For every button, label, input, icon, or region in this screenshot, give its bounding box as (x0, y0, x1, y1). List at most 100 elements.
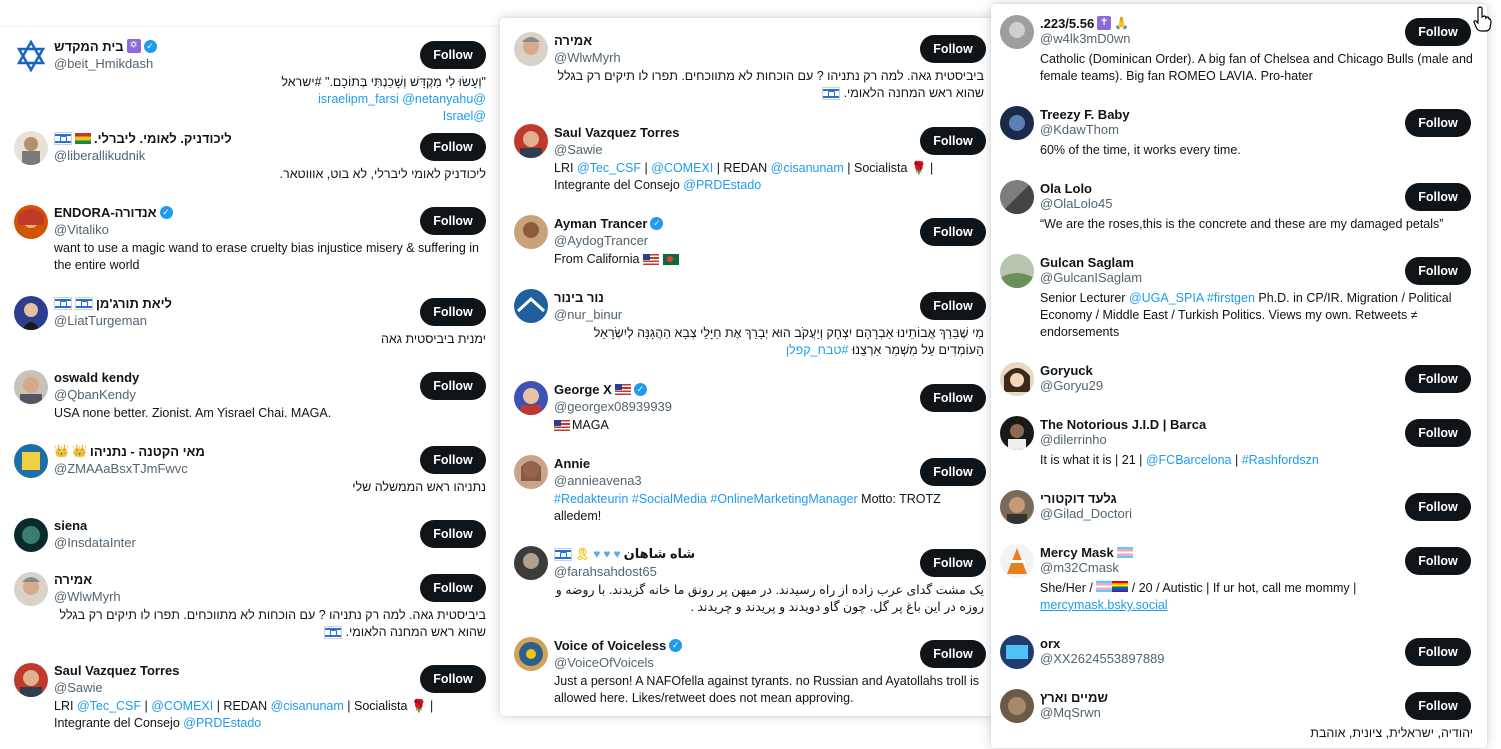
bio-link[interactable]: @COMEXI (651, 161, 713, 175)
handle[interactable]: @Vitaliko (54, 222, 109, 237)
avatar[interactable] (514, 289, 548, 323)
bio-link[interactable]: #טבח_קפלן (786, 343, 849, 357)
display-name[interactable]: شاه شاهان (624, 546, 696, 562)
follow-button[interactable]: Follow (1405, 18, 1471, 46)
handle[interactable]: @Sawie (54, 680, 103, 695)
display-name[interactable]: אמירה (554, 33, 592, 48)
avatar[interactable] (14, 296, 48, 330)
avatar[interactable] (14, 370, 48, 404)
follow-button[interactable]: Follow (420, 665, 486, 693)
handle[interactable]: @Goryu29 (1040, 378, 1103, 393)
avatar[interactable] (14, 518, 48, 552)
handle[interactable]: @XX2624553897889 (1040, 651, 1165, 666)
follow-button[interactable]: Follow (420, 298, 486, 326)
follow-button[interactable]: Follow (1405, 692, 1471, 720)
follow-button[interactable]: Follow (420, 574, 486, 602)
handle[interactable]: @georgex08939939 (554, 399, 672, 414)
follow-button[interactable]: Follow (920, 127, 986, 155)
avatar[interactable] (1000, 544, 1034, 578)
avatar[interactable] (1000, 490, 1034, 524)
handle[interactable]: @nur_binur (554, 307, 622, 322)
bio-link[interactable]: @UGA_SPIA (1129, 291, 1204, 305)
follow-button[interactable]: Follow (920, 292, 986, 320)
display-name[interactable]: Gulcan Saglam (1040, 255, 1134, 270)
follow-button[interactable]: Follow (920, 218, 986, 246)
avatar[interactable] (1000, 106, 1034, 140)
avatar[interactable] (1000, 362, 1034, 396)
handle[interactable]: @WlwMyrh (54, 589, 121, 604)
display-name[interactable]: George X (554, 382, 612, 397)
follow-button[interactable]: Follow (1405, 638, 1471, 666)
handle[interactable]: @dilerrinho (1040, 432, 1107, 447)
avatar[interactable] (514, 32, 548, 66)
handle[interactable]: @LiatTurgeman (54, 313, 147, 328)
handle[interactable]: @beit_Hmikdash (54, 56, 153, 71)
follow-button[interactable]: Follow (920, 549, 986, 577)
avatar[interactable] (514, 637, 548, 671)
follow-button[interactable]: Follow (420, 520, 486, 548)
handle[interactable]: @w4lk3mD0wn (1040, 31, 1131, 46)
avatar[interactable] (1000, 635, 1034, 669)
bio-link[interactable]: @FCBarcelona (1146, 453, 1232, 467)
handle[interactable]: @Sawie (554, 142, 603, 157)
handle[interactable]: @annieavena3 (554, 473, 642, 488)
avatar[interactable] (14, 663, 48, 697)
follow-button[interactable]: Follow (920, 384, 986, 412)
display-name[interactable]: מאי הקטנה - נתניהו (90, 444, 205, 459)
handle[interactable]: @WlwMyrh (554, 50, 621, 65)
display-name[interactable]: Goryuck (1040, 363, 1093, 378)
display-name[interactable]: Annie (554, 456, 590, 471)
display-name[interactable]: Saul Vazquez Torres (554, 125, 679, 140)
handle[interactable]: @KdawThom (1040, 122, 1119, 137)
bio-link[interactable]: @cisanunam (771, 161, 844, 175)
handle[interactable]: @liberallikudnik (54, 148, 145, 163)
display-name[interactable]: .ליכודניק. לאומי. ליברלי (94, 131, 232, 146)
follow-button[interactable]: Follow (420, 372, 486, 400)
display-name[interactable]: ליאת תורג'מן (96, 296, 172, 311)
avatar[interactable] (1000, 180, 1034, 214)
bio-link[interactable]: @Tec_CSF (577, 161, 641, 175)
avatar[interactable] (1000, 254, 1034, 288)
handle[interactable]: @MqSrwn (1040, 705, 1101, 720)
bio-link[interactable]: @Tec_CSF (77, 699, 141, 713)
handle[interactable]: @ZMAAaBsxTJmFwvc (54, 461, 188, 476)
bio-link[interactable]: #Rashfordszn (1242, 453, 1319, 467)
display-name[interactable]: orx (1040, 636, 1060, 651)
handle[interactable]: @farahsahdost65 (554, 564, 657, 579)
avatar[interactable] (514, 455, 548, 489)
bio-link[interactable]: #firstgen (1207, 291, 1255, 305)
avatar[interactable] (1000, 15, 1034, 49)
display-name[interactable]: אמירה (54, 572, 92, 587)
follow-button[interactable]: Follow (1405, 547, 1471, 575)
avatar[interactable] (1000, 416, 1034, 450)
handle[interactable]: @InsdataInter (54, 535, 136, 550)
follow-button[interactable]: Follow (1405, 365, 1471, 393)
follow-button[interactable]: Follow (420, 446, 486, 474)
display-name[interactable]: Voice of Voiceless (554, 638, 666, 653)
follow-button[interactable]: Follow (1405, 257, 1471, 285)
avatar[interactable] (514, 381, 548, 415)
avatar[interactable] (1000, 689, 1034, 723)
display-name[interactable]: ENDORA-אנדורה (54, 205, 157, 220)
bio-link[interactable]: @israelipm_farsi @netanyahu (318, 92, 486, 106)
bio-link[interactable]: @PRDEstado (683, 178, 761, 192)
display-name[interactable]: .223/5.56 (1040, 16, 1094, 31)
handle[interactable]: @Gilad_Doctori (1040, 506, 1132, 521)
bio-link[interactable]: mercymask.bsky.social (1040, 598, 1168, 612)
follow-button[interactable]: Follow (1405, 493, 1471, 521)
bio-link[interactable]: #Redakteurin (554, 492, 628, 506)
handle[interactable]: @AydogTrancer (554, 233, 648, 248)
avatar[interactable] (514, 124, 548, 158)
display-name[interactable]: שמיים וארץ (1040, 690, 1108, 705)
bio-link[interactable]: @PRDEstado (183, 716, 261, 730)
display-name[interactable]: Ola Lolo (1040, 181, 1092, 196)
follow-button[interactable]: Follow (920, 35, 986, 63)
follow-button[interactable]: Follow (920, 458, 986, 486)
avatar[interactable] (14, 205, 48, 239)
avatar[interactable] (14, 444, 48, 478)
handle[interactable]: @GulcanISaglam (1040, 270, 1142, 285)
follow-button[interactable]: Follow (420, 207, 486, 235)
display-name[interactable]: The Notorious J.I.D | Barca (1040, 417, 1206, 432)
display-name[interactable]: Mercy Mask (1040, 545, 1114, 560)
display-name[interactable]: בית המקדש (54, 39, 124, 54)
